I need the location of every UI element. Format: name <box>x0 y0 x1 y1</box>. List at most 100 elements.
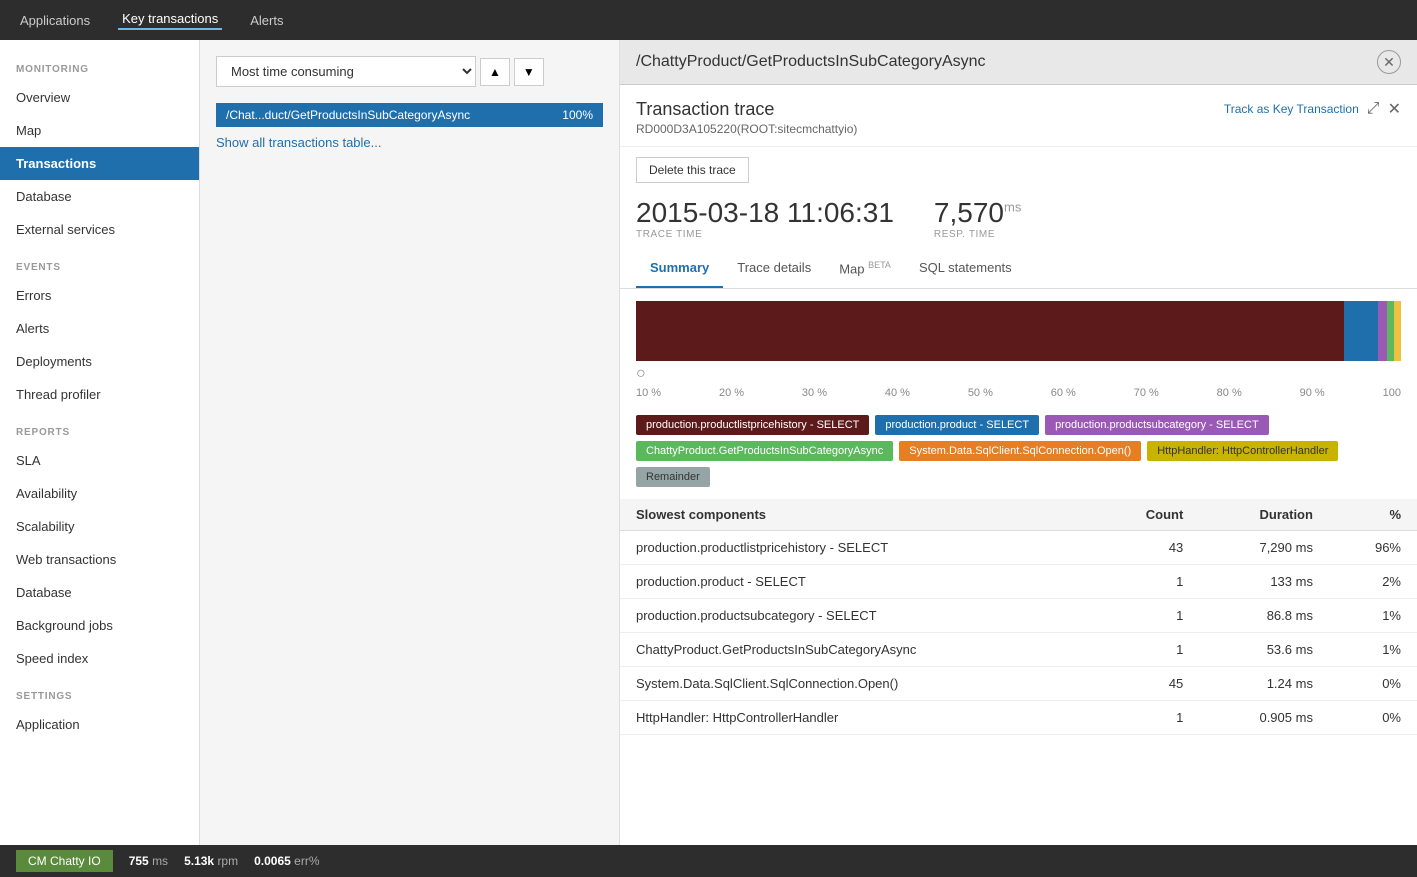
tab-trace-details[interactable]: Trace details <box>723 250 825 288</box>
sidebar-item-alerts[interactable]: Alerts <box>0 312 199 345</box>
col-name-header: Slowest components <box>620 499 1094 531</box>
trace-card-title: Transaction trace <box>636 99 857 120</box>
transaction-bar-row[interactable]: /Chat...duct/GetProductsInSubCategoryAsy… <box>216 103 603 127</box>
row-pct-1: 2% <box>1329 565 1417 599</box>
row-count-3: 1 <box>1094 633 1199 667</box>
table-row: production.product - SELECT 1 133 ms 2% <box>620 565 1417 599</box>
sidebar-item-application[interactable]: Application <box>0 708 199 741</box>
sidebar-item-web-transactions[interactable]: Web transactions <box>0 543 199 576</box>
sidebar-item-database[interactable]: Database <box>0 180 199 213</box>
sidebar-item-deployments[interactable]: Deployments <box>0 345 199 378</box>
sidebar-item-sla[interactable]: SLA <box>0 444 199 477</box>
row-duration-3: 53.6 ms <box>1199 633 1329 667</box>
row-count-5: 1 <box>1094 701 1199 735</box>
sidebar-item-scalability[interactable]: Scalability <box>0 510 199 543</box>
row-name-1: production.product - SELECT <box>620 565 1094 599</box>
segment-productsubcategory <box>1378 301 1387 361</box>
row-pct-0: 96% <box>1329 531 1417 565</box>
legend-productsubcategory[interactable]: production.productsubcategory - SELECT <box>1045 415 1269 435</box>
trace-card-subtitle: RD000D3A105220(ROOT:sitecmchattyio) <box>636 122 857 136</box>
table-row: production.productlistpricehistory - SEL… <box>620 531 1417 565</box>
tab-map[interactable]: Map BETA <box>825 250 905 288</box>
row-name-4: System.Data.SqlClient.SqlConnection.Open… <box>620 667 1094 701</box>
row-count-2: 1 <box>1094 599 1199 633</box>
content-area: Most time consuming Slowest average resp… <box>200 40 1417 877</box>
row-name-0: production.productlistpricehistory - SEL… <box>620 531 1094 565</box>
row-pct-4: 0% <box>1329 667 1417 701</box>
legend-product[interactable]: production.product - SELECT <box>875 415 1039 435</box>
nav-applications[interactable]: Applications <box>16 13 94 28</box>
trace-title-bar: /ChattyProduct/GetProductsInSubCategoryA… <box>620 40 1417 85</box>
sidebar-item-speed-index[interactable]: Speed index <box>0 642 199 675</box>
row-duration-1: 133 ms <box>1199 565 1329 599</box>
left-panel: Most time consuming Slowest average resp… <box>200 40 620 877</box>
sidebar: MONITORING Overview Map Transactions Dat… <box>0 40 200 877</box>
dropdown-up-btn[interactable]: ▲ <box>480 58 510 86</box>
events-section-label: EVENTS <box>0 246 199 279</box>
title-bar-close-btn[interactable]: ✕ <box>1377 50 1401 74</box>
track-as-key-transaction-btn[interactable]: Track as Key Transaction <box>1224 102 1359 116</box>
nav-key-transactions[interactable]: Key transactions <box>118 11 222 30</box>
sidebar-item-database-report[interactable]: Database <box>0 576 199 609</box>
expand-btn[interactable]: ⤢ <box>1367 100 1380 118</box>
legend-chattyproduct[interactable]: ChattyProduct.GetProductsInSubCategoryAs… <box>636 441 893 461</box>
segment-productlistpricehistory <box>636 301 1344 361</box>
bottom-bar-metric-err: 0.0065 err% <box>254 854 319 868</box>
resp-time-label: RESP. TIME <box>934 229 1021 240</box>
delete-trace-btn[interactable]: Delete this trace <box>636 157 749 183</box>
sidebar-item-overview[interactable]: Overview <box>0 81 199 114</box>
col-pct-header: % <box>1329 499 1417 531</box>
col-duration-header: Duration <box>1199 499 1329 531</box>
tab-summary[interactable]: Summary <box>636 250 723 288</box>
row-pct-5: 0% <box>1329 701 1417 735</box>
trace-tabs: Summary Trace details Map BETA SQL state… <box>620 250 1417 289</box>
bottom-bar-metric-rpm: 5.13k rpm <box>184 854 238 868</box>
monitoring-section-label: MONITORING <box>0 48 199 81</box>
sidebar-item-external-services[interactable]: External services <box>0 213 199 246</box>
row-pct-2: 1% <box>1329 599 1417 633</box>
delete-trace-area: Delete this trace <box>620 147 1417 193</box>
transaction-bar-pct: 100% <box>552 103 603 127</box>
row-duration-5: 0.905 ms <box>1199 701 1329 735</box>
nav-alerts[interactable]: Alerts <box>246 13 287 28</box>
chart-area: ○ 10 % 20 % 30 % 40 % 50 % 60 % 70 % 80 … <box>620 289 1417 415</box>
tab-sql-statements[interactable]: SQL statements <box>905 250 1026 288</box>
segment-product <box>1344 301 1378 361</box>
bottom-bar: CM Chatty IO 755 ms 5.13k rpm 0.0065 err… <box>0 845 1417 877</box>
row-duration-2: 86.8 ms <box>1199 599 1329 633</box>
segment-remainder <box>1394 301 1401 361</box>
sidebar-item-transactions[interactable]: Transactions <box>0 147 199 180</box>
sidebar-item-availability[interactable]: Availability <box>0 477 199 510</box>
row-name-5: HttpHandler: HttpControllerHandler <box>620 701 1094 735</box>
bottom-bar-app-name[interactable]: CM Chatty IO <box>16 850 113 872</box>
sidebar-item-map[interactable]: Map <box>0 114 199 147</box>
col-count-header: Count <box>1094 499 1199 531</box>
legend-productlistpricehistory[interactable]: production.productlistpricehistory - SEL… <box>636 415 869 435</box>
trace-card-actions: Track as Key Transaction ⤢ ✕ <box>1224 99 1401 119</box>
transaction-bar-label: /Chat...duct/GetProductsInSubCategoryAsy… <box>216 103 552 127</box>
trace-time-label: TRACE TIME <box>636 229 894 240</box>
card-close-btn[interactable]: ✕ <box>1388 99 1401 119</box>
row-name-3: ChattyProduct.GetProductsInSubCategoryAs… <box>620 633 1094 667</box>
table-row: production.productsubcategory - SELECT 1… <box>620 599 1417 633</box>
trace-title-text: /ChattyProduct/GetProductsInSubCategoryA… <box>636 53 986 71</box>
main-layout: MONITORING Overview Map Transactions Dat… <box>0 40 1417 877</box>
table-header-row: Slowest components Count Duration % <box>620 499 1417 531</box>
resp-time-block: 7,570ms RESP. TIME <box>934 197 1021 240</box>
time-consuming-dropdown[interactable]: Most time consuming Slowest average resp… <box>216 56 476 87</box>
legend-remainder[interactable]: Remainder <box>636 467 710 487</box>
trace-time-value: 2015-03-18 11:06:31 <box>636 197 894 229</box>
row-count-0: 43 <box>1094 531 1199 565</box>
sidebar-item-errors[interactable]: Errors <box>0 279 199 312</box>
legend-httphandler[interactable]: HttpHandler: HttpControllerHandler <box>1147 441 1338 461</box>
legend-sqlconnection[interactable]: System.Data.SqlClient.SqlConnection.Open… <box>899 441 1141 461</box>
sidebar-item-background-jobs[interactable]: Background jobs <box>0 609 199 642</box>
sidebar-item-thread-profiler[interactable]: Thread profiler <box>0 378 199 411</box>
settings-section-label: SETTINGS <box>0 675 199 708</box>
row-pct-3: 1% <box>1329 633 1417 667</box>
chart-axis: 10 % 20 % 30 % 40 % 50 % 60 % 70 % 80 % … <box>636 383 1401 403</box>
table-row: System.Data.SqlClient.SqlConnection.Open… <box>620 667 1417 701</box>
row-duration-0: 7,290 ms <box>1199 531 1329 565</box>
show-all-transactions-link[interactable]: Show all transactions table... <box>216 135 381 150</box>
dropdown-down-btn[interactable]: ▼ <box>514 58 544 86</box>
